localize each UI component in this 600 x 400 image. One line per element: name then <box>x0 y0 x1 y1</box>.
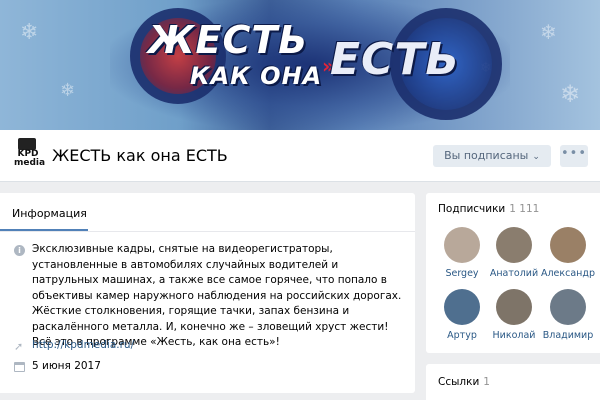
tab-info[interactable]: Информация <box>12 207 87 220</box>
calendar-icon <box>14 362 25 372</box>
avatar <box>550 227 586 263</box>
more-actions-button[interactable]: ••• <box>560 145 588 167</box>
website-link[interactable]: http://kpdmedia.ru/ <box>32 339 134 351</box>
subscriber-name: Владимир <box>542 330 594 341</box>
created-date: 5 июня 2017 <box>32 360 101 372</box>
snowflake-icon: ❄ <box>60 80 76 101</box>
avatar-label: KPD media <box>14 149 46 168</box>
group-description: Эксклюзивные кадры, снятые на видеорегис… <box>32 243 402 348</box>
links-count: 1 <box>483 376 490 388</box>
subscriber-name: Анатолий <box>489 268 539 279</box>
page-title: ЖЕСТЬ как она ЕСТЬ <box>52 146 228 165</box>
subscribed-button[interactable]: Вы подписаны ⌄ <box>433 145 551 167</box>
divider <box>0 231 415 232</box>
avatar <box>444 227 480 263</box>
snowflake-icon: ❄ <box>540 20 557 44</box>
subscribers-card: Подписчики 1 111 Sergey Анатолий Александ… <box>426 193 600 353</box>
subscribers-title: Подписчики <box>438 203 506 215</box>
avatar <box>496 227 532 263</box>
subscriber-name: Артур <box>447 330 477 341</box>
snowflake-icon: ❄ <box>560 80 581 108</box>
subscriber-item[interactable]: Николай <box>486 289 542 341</box>
subscribed-button-label: Вы подписаны <box>444 149 529 162</box>
group-cover: ❄ ❄ ❄ ❄ ❄ ЖЕСТЬ КАК ОНА » ЕСТЬ <box>0 0 600 130</box>
subscriber-name: Николай <box>492 330 536 341</box>
subscriber-item[interactable]: Владимир <box>540 289 596 341</box>
avatar <box>550 289 586 325</box>
avatar <box>444 289 480 325</box>
avatar <box>496 289 532 325</box>
info-icon: i <box>14 245 25 256</box>
cover-logo-line2: КАК ОНА <box>190 62 323 90</box>
subscriber-name: Александр <box>540 268 595 279</box>
links-header[interactable]: Ссылки 1 <box>438 376 490 388</box>
cover-logo-line1: ЖЕСТЬ <box>148 18 309 62</box>
subscriber-item[interactable]: Александр <box>540 227 596 279</box>
subscriber-item[interactable]: Sergey <box>434 227 490 279</box>
subscribers-count: 1 111 <box>509 203 540 215</box>
cover-logo-line3: ЕСТЬ <box>330 34 460 85</box>
info-card: Информация i Эксклюзивные кадры, снятые … <box>0 193 415 393</box>
snowflake-icon: ❄ <box>20 20 39 45</box>
subscriber-name: Sergey <box>445 268 479 279</box>
chevron-down-icon: ⌄ <box>532 152 540 162</box>
subscriber-item[interactable]: Анатолий <box>486 227 542 279</box>
link-arrow-icon: ➚ <box>14 340 24 353</box>
links-title: Ссылки <box>438 376 480 388</box>
subscribers-header[interactable]: Подписчики 1 111 <box>438 203 539 215</box>
group-avatar[interactable]: KPD media <box>14 138 46 172</box>
links-card: Ссылки 1 <box>426 364 600 400</box>
subscriber-item[interactable]: Артур <box>434 289 490 341</box>
